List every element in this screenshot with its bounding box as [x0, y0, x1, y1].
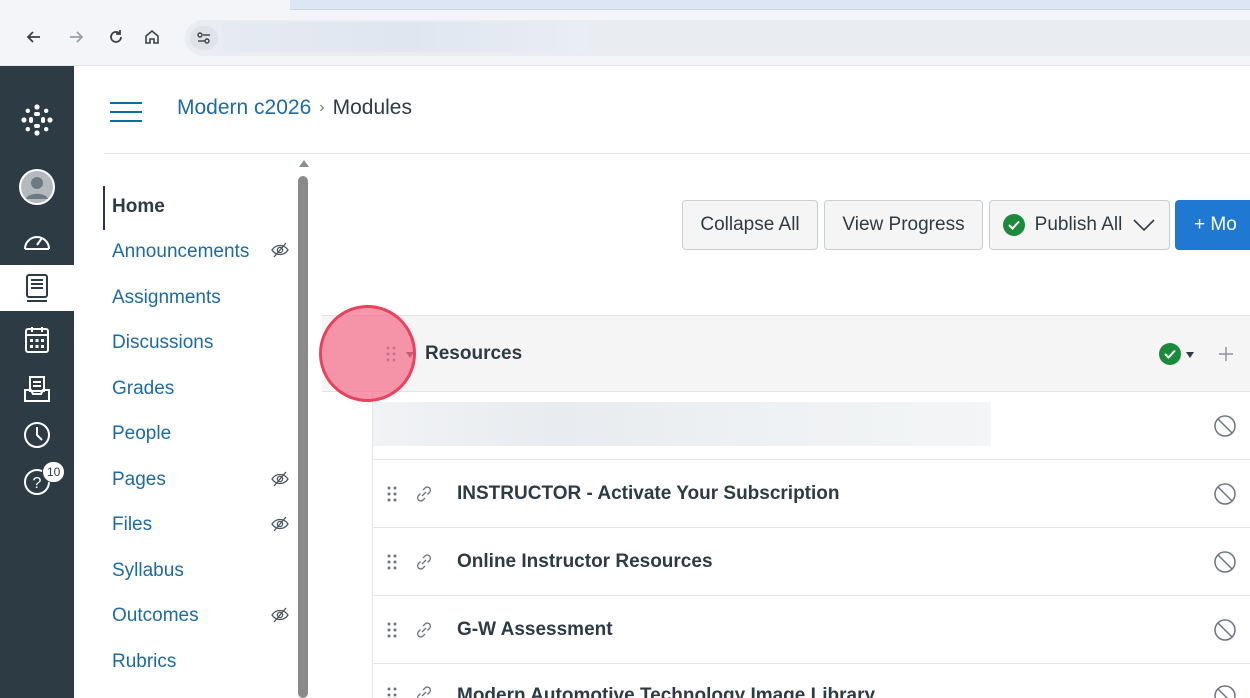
- module-item-redacted: [373, 402, 991, 446]
- breadcrumb: Modern c2026 › Modules: [177, 96, 412, 120]
- module-published-icon[interactable]: [1159, 343, 1181, 365]
- module-title: Resources: [425, 343, 523, 364]
- publish-all-label: Publish All: [1034, 214, 1123, 235]
- course-nav-outcomes[interactable]: Outcomes: [112, 605, 199, 631]
- global-nav-courses[interactable]: [0, 265, 74, 311]
- calendar-icon: [25, 327, 49, 353]
- module-item[interactable]: INSTRUCTOR - Activate Your Subscription: [372, 460, 1250, 528]
- eye-slash-icon: [271, 516, 289, 532]
- add-module-button[interactable]: + Mo: [1175, 200, 1250, 250]
- course-nav-syllabus[interactable]: Syllabus: [112, 560, 184, 586]
- course-nav-pages[interactable]: Pages: [112, 469, 166, 495]
- unpublished-icon[interactable]: [1213, 684, 1237, 698]
- drag-handle-icon[interactable]: [386, 553, 398, 571]
- account-icon: [19, 169, 55, 205]
- view-progress-button[interactable]: View Progress: [824, 200, 983, 250]
- arrow-left-icon: [26, 31, 40, 43]
- module-item[interactable]: Online Instructor Resources: [372, 528, 1250, 596]
- arrow-right-icon: [70, 31, 84, 43]
- global-nav-account[interactable]: [0, 164, 74, 210]
- page-header: Modern c2026 › Modules: [104, 66, 1250, 154]
- courses-icon: [26, 274, 48, 302]
- dashboard-icon: [24, 236, 50, 250]
- breadcrumb-current: Modules: [332, 96, 412, 119]
- breadcrumb-separator: ›: [319, 99, 325, 116]
- global-nav-help[interactable]: ? 10: [0, 459, 74, 505]
- module-item-title[interactable]: Online Instructor Resources: [457, 551, 713, 573]
- unpublished-icon[interactable]: [1213, 414, 1237, 438]
- home-icon: [145, 29, 159, 44]
- module-item-title[interactable]: G-W Assessment: [457, 619, 613, 641]
- browser-tab-strip: [290, 0, 1250, 10]
- link-icon: [416, 486, 432, 502]
- site-info-button[interactable]: [190, 26, 218, 50]
- course-nav-grades[interactable]: Grades: [112, 378, 174, 404]
- publish-menu-caret-icon[interactable]: [1186, 352, 1194, 358]
- logo-icon: [21, 104, 53, 136]
- inbox-icon: [24, 376, 50, 402]
- global-nav-logo[interactable]: [0, 97, 74, 143]
- history-icon: [24, 422, 50, 448]
- svg-text:?: ?: [33, 475, 42, 492]
- global-nav-inbox[interactable]: [0, 366, 74, 412]
- module-item[interactable]: G-W Assessment: [372, 596, 1250, 664]
- add-item-icon[interactable]: [1218, 346, 1234, 362]
- global-nav-calendar[interactable]: [0, 317, 74, 363]
- collapse-all-button[interactable]: Collapse All: [682, 200, 818, 250]
- course-menu-toggle[interactable]: [110, 102, 142, 126]
- eye-slash-icon: [271, 607, 289, 623]
- chevron-down-icon: [1133, 219, 1155, 232]
- global-nav-dashboard[interactable]: [0, 217, 74, 263]
- link-icon: [416, 622, 432, 638]
- link-icon: [416, 686, 432, 698]
- course-nav-people[interactable]: People: [112, 423, 171, 449]
- tune-icon: [197, 32, 210, 44]
- click-indicator: [319, 305, 416, 402]
- reload-icon: [110, 30, 122, 43]
- publish-all-button[interactable]: Publish All: [989, 200, 1170, 250]
- scroll-up-arrow[interactable]: [299, 160, 309, 167]
- global-nav-history[interactable]: [0, 412, 74, 458]
- module-item[interactable]: [372, 392, 1250, 460]
- breadcrumb-course[interactable]: Modern c2026: [177, 96, 311, 120]
- eye-slash-icon: [271, 242, 289, 258]
- home-button[interactable]: [141, 26, 163, 48]
- module-item-title[interactable]: INSTRUCTOR - Activate Your Subscription: [457, 483, 840, 505]
- unpublished-icon[interactable]: [1213, 482, 1237, 506]
- link-icon: [416, 554, 432, 570]
- module-header[interactable]: Resources: [322, 315, 1250, 392]
- drag-handle-icon[interactable]: [386, 686, 398, 698]
- global-navigation: ? 10: [0, 66, 74, 698]
- drag-handle-icon[interactable]: [386, 485, 398, 503]
- course-nav-rubrics[interactable]: Rubrics: [112, 651, 176, 677]
- unpublished-icon[interactable]: [1213, 618, 1237, 642]
- course-nav-announcements[interactable]: Announcements: [112, 241, 249, 267]
- course-nav-home[interactable]: Home: [112, 196, 165, 222]
- module-item-title[interactable]: Modern Automotive Technology Image Libra…: [457, 685, 875, 698]
- back-button[interactable]: [23, 26, 45, 48]
- course-nav-active-indicator: [103, 186, 105, 230]
- address-url-redacted: [222, 22, 587, 52]
- forward-button[interactable]: [65, 26, 87, 48]
- reload-button[interactable]: [105, 26, 127, 48]
- module-item[interactable]: Modern Automotive Technology Image Libra…: [372, 664, 1250, 698]
- course-nav-files[interactable]: Files: [112, 514, 152, 540]
- hamburger-icon: [110, 102, 142, 104]
- help-badge: 10: [42, 461, 66, 483]
- course-nav-assignments[interactable]: Assignments: [112, 287, 221, 313]
- course-nav-scrollbar[interactable]: [298, 176, 308, 698]
- eye-slash-icon: [271, 471, 289, 487]
- check-circle-icon: [1002, 214, 1025, 236]
- drag-handle-icon[interactable]: [386, 621, 398, 639]
- unpublished-icon[interactable]: [1213, 550, 1237, 574]
- course-nav-discussions[interactable]: Discussions: [112, 332, 213, 358]
